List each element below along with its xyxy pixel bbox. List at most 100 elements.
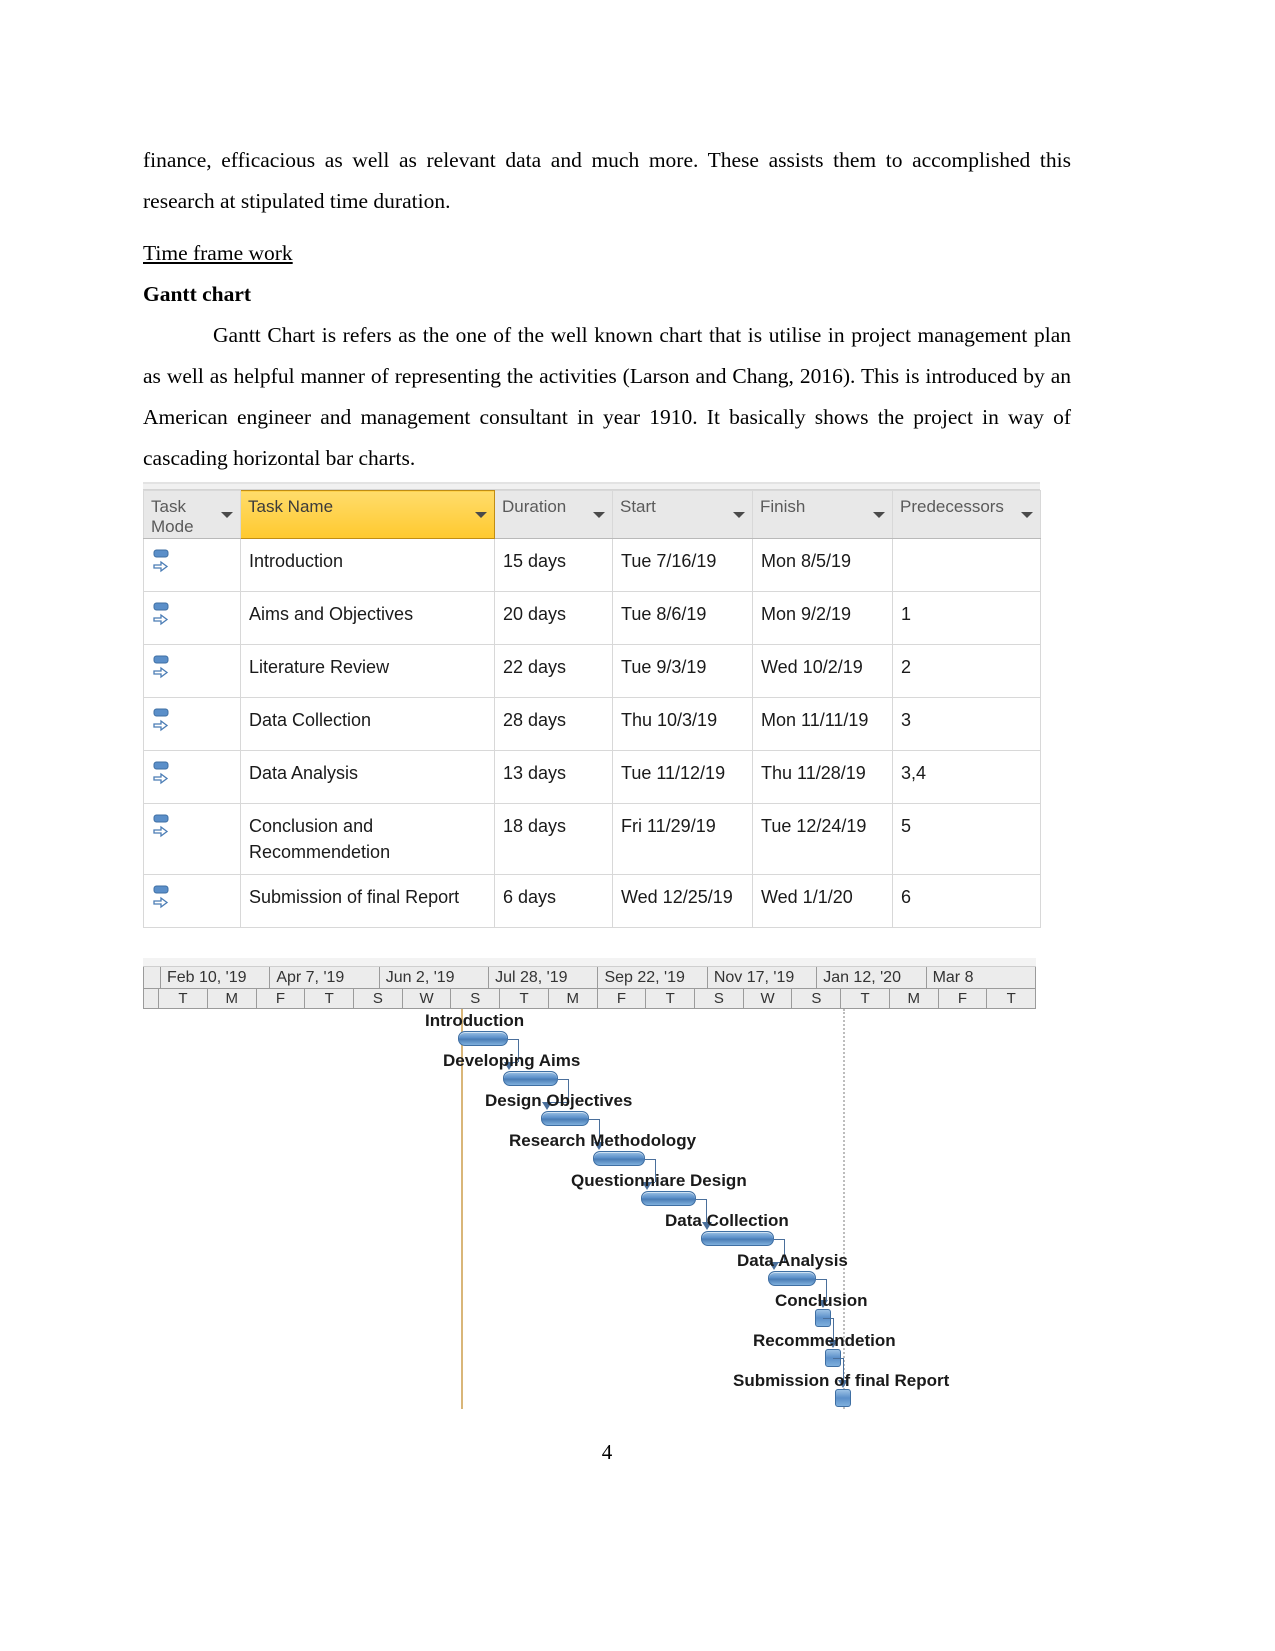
column-header-finish[interactable]: Finish [752, 490, 893, 539]
cell-predecessors[interactable]: 5 [892, 803, 1041, 875]
gantt-bar[interactable] [503, 1071, 558, 1086]
gantt-link-line [558, 1079, 568, 1080]
gantt-link-line [823, 1318, 833, 1319]
gantt-bar[interactable] [641, 1191, 696, 1206]
cell-duration[interactable]: 18 days [494, 803, 613, 875]
cell-task-mode[interactable] [143, 750, 241, 804]
chevron-down-icon[interactable] [733, 512, 745, 518]
heading-gantt-chart: Gantt chart [143, 282, 252, 306]
cell-duration[interactable]: 22 days [494, 644, 613, 698]
timeline-major-cell: Jun 2, '19 [379, 967, 490, 989]
cell-start[interactable]: Wed 12/25/19 [612, 874, 753, 928]
gantt-bar[interactable] [541, 1111, 589, 1126]
chevron-down-icon[interactable] [1021, 512, 1033, 518]
cell-task-mode[interactable] [143, 803, 241, 875]
cell-finish[interactable]: Mon 8/5/19 [752, 538, 893, 592]
cell-task-name[interactable]: Aims and Objectives [240, 591, 495, 645]
cell-start[interactable]: Tue 8/6/19 [612, 591, 753, 645]
cell-duration[interactable]: 20 days [494, 591, 613, 645]
cell-task-mode[interactable] [143, 538, 241, 592]
timeline-major-lead [143, 967, 161, 989]
gantt-chart: Feb 10, '19 Apr 7, '19 Jun 2, '19 Jul 28, '… [143, 958, 1037, 1421]
paragraph-intro: finance, efficacious as well as relevant… [143, 148, 1071, 213]
task-grid-body: Introduction 15 days Tue 7/16/19 Mon 8/5/19… [143, 538, 1041, 928]
task-grid-header: Task Mode Task Name Duration Start Finis… [143, 490, 1041, 539]
cell-task-mode[interactable] [143, 697, 241, 751]
timeline-minor-cell: T [987, 989, 1037, 1009]
table-row[interactable]: Submission of final Report 6 days Wed 12/2… [143, 874, 1041, 928]
cell-start[interactable]: Tue 7/16/19 [612, 538, 753, 592]
cell-task-name[interactable]: Data Analysis [240, 750, 495, 804]
table-row[interactable]: Data Collection 28 days Thu 10/3/19 Mon 11/… [143, 697, 1041, 751]
cell-task-name[interactable]: Conclusion and Recommendetion [240, 803, 495, 875]
gantt-bar[interactable] [593, 1151, 645, 1166]
gantt-bar[interactable] [458, 1031, 508, 1046]
column-header-task-mode[interactable]: Task Mode [143, 490, 241, 539]
cell-duration[interactable]: 13 days [494, 750, 613, 804]
cell-task-name[interactable]: Submission of final Report [240, 874, 495, 928]
cell-predecessors[interactable] [892, 538, 1041, 592]
column-header-predecessors-label: Predecessors [900, 497, 1004, 516]
cell-start[interactable]: Tue 11/12/19 [612, 750, 753, 804]
timeline-major-cell: Mar 8 [926, 967, 1036, 989]
column-header-start[interactable]: Start [612, 490, 753, 539]
timeline-minor-lead [143, 989, 160, 1009]
gantt-link-line [696, 1199, 706, 1200]
cell-duration[interactable]: 15 days [494, 538, 613, 592]
table-row[interactable]: Literature Review 22 days Tue 9/3/19 Wed 10… [143, 644, 1041, 698]
timeline-minor-cell: M [548, 989, 598, 1009]
column-header-duration[interactable]: Duration [494, 490, 613, 539]
timeline-minor-cell: M [889, 989, 939, 1009]
chevron-down-icon[interactable] [873, 512, 885, 518]
column-header-task-name[interactable]: Task Name [240, 490, 495, 539]
cell-finish[interactable]: Tue 12/24/19 [752, 803, 893, 875]
cell-predecessors[interactable]: 1 [892, 591, 1041, 645]
auto-schedule-icon [153, 549, 169, 573]
cell-task-mode[interactable] [143, 644, 241, 698]
cell-finish[interactable]: Thu 11/28/19 [752, 750, 893, 804]
cell-task-name[interactable]: Introduction [240, 538, 495, 592]
timeline-minor-cell: F [256, 989, 306, 1009]
cell-finish[interactable]: Mon 11/11/19 [752, 697, 893, 751]
cell-task-mode[interactable] [143, 874, 241, 928]
auto-schedule-icon [153, 814, 169, 838]
gantt-bar-label: Conclusion [775, 1291, 868, 1310]
cell-finish[interactable]: Wed 1/1/20 [752, 874, 893, 928]
table-row[interactable]: Conclusion and Recommendetion 18 days Fri … [143, 803, 1041, 875]
paragraph-gantt-description: Gantt Chart is refers as the one of the … [143, 315, 1071, 479]
timeline-major-cell: Jul 28, '19 [489, 967, 599, 989]
gantt-bar-label: Recommendetion [753, 1331, 896, 1350]
table-row[interactable]: Aims and Objectives 20 days Tue 8/6/19 Mon … [143, 591, 1041, 645]
cell-predecessors[interactable]: 2 [892, 644, 1041, 698]
cell-predecessors[interactable]: 6 [892, 874, 1041, 928]
column-header-predecessors[interactable]: Predecessors [892, 490, 1041, 539]
cell-duration[interactable]: 6 days [494, 874, 613, 928]
cell-start[interactable]: Tue 9/3/19 [612, 644, 753, 698]
table-row[interactable]: Introduction 15 days Tue 7/16/19 Mon 8/5/19 [143, 538, 1041, 592]
cell-duration[interactable]: 28 days [494, 697, 613, 751]
chevron-down-icon[interactable] [221, 512, 233, 518]
cell-predecessors[interactable]: 3,4 [892, 750, 1041, 804]
cell-task-name[interactable]: Data Collection [240, 697, 495, 751]
gantt-bar[interactable] [701, 1231, 774, 1246]
timeline-minor-cell: S [792, 989, 842, 1009]
chevron-down-icon[interactable] [593, 512, 605, 518]
auto-schedule-icon [153, 708, 169, 732]
cell-task-mode[interactable] [143, 591, 241, 645]
cell-start[interactable]: Fri 11/29/19 [612, 803, 753, 875]
timeline-minor-cell: S [451, 989, 501, 1009]
gantt-link-line [645, 1159, 655, 1160]
timeline-major-cell: Jan 12, '20 [817, 967, 927, 989]
cell-task-name[interactable]: Literature Review [240, 644, 495, 698]
gantt-milestone[interactable] [835, 1389, 851, 1407]
cell-finish[interactable]: Wed 10/2/19 [752, 644, 893, 698]
gantt-bar-label: Introduction [425, 1011, 525, 1030]
cell-start[interactable]: Thu 10/3/19 [612, 697, 753, 751]
chevron-down-icon[interactable] [475, 512, 487, 518]
timeline-minor-cell: S [354, 989, 403, 1009]
cell-predecessors[interactable]: 3 [892, 697, 1041, 751]
gantt-bar[interactable] [768, 1271, 816, 1286]
cell-finish[interactable]: Mon 9/2/19 [752, 591, 893, 645]
table-row[interactable]: Data Analysis 13 days Tue 11/12/19 Thu 11/2… [143, 750, 1041, 804]
paragraph-gantt-text: Gantt Chart is refers as the one of the … [143, 323, 1071, 470]
